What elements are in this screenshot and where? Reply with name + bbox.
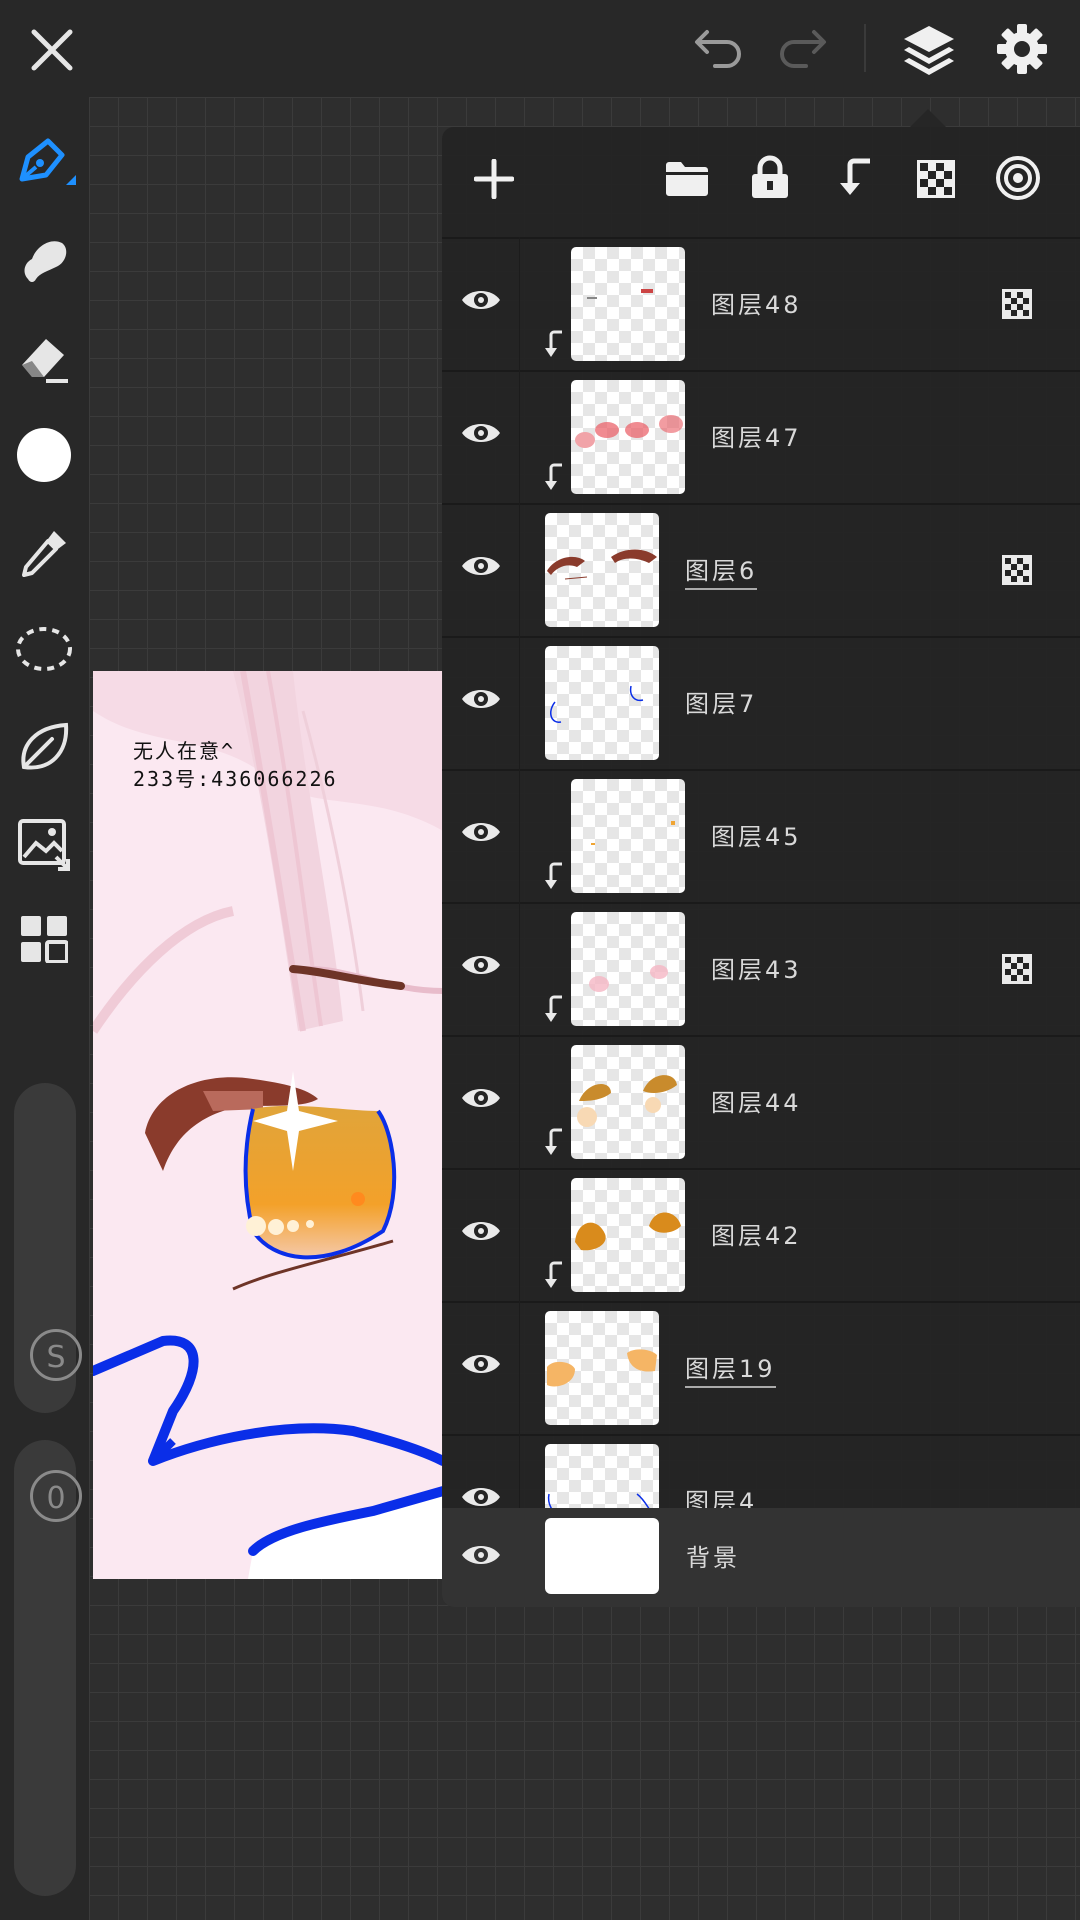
layer-thumbnail xyxy=(571,1045,685,1159)
layer-thumbnail xyxy=(545,646,659,760)
background-layer-row[interactable]: 背景 xyxy=(442,1508,1080,1607)
panel-pointer xyxy=(910,109,946,127)
layer-row[interactable]: 图层42 xyxy=(442,1168,1080,1303)
image-import-icon[interactable] xyxy=(16,817,72,871)
visibility-eye-icon[interactable] xyxy=(460,950,502,984)
layer-row[interactable]: 图层44 xyxy=(442,1035,1080,1170)
layer-name: 图层48 xyxy=(711,291,802,319)
layer-thumbnail xyxy=(571,1178,685,1292)
visibility-eye-icon[interactable] xyxy=(460,1083,502,1117)
brush-size-slider[interactable]: S xyxy=(14,1083,82,1413)
undo-icon[interactable] xyxy=(693,24,745,70)
top-bar xyxy=(0,0,1080,97)
layers-list[interactable]: 图层48 图层47 图层6 图层7 图层45 图层43 图层44 图层42 图层19 图层4 xyxy=(442,229,1080,1607)
row-divider xyxy=(519,237,520,370)
visibility-eye-icon[interactable] xyxy=(460,1349,502,1383)
layers-panel: 图层48 图层47 图层6 图层7 图层45 图层43 图层44 图层42 图层19 图层4 背景 xyxy=(442,127,1080,1607)
opacity-slider-label: 0 xyxy=(30,1470,82,1522)
row-divider xyxy=(519,1035,520,1168)
layer-name: 图层19 xyxy=(685,1349,776,1388)
row-divider xyxy=(519,636,520,769)
visibility-eye-icon[interactable] xyxy=(460,285,502,319)
row-divider xyxy=(519,769,520,902)
layers-icon[interactable] xyxy=(902,22,956,76)
clipping-mask-icon xyxy=(542,462,564,496)
smudge-tool-icon[interactable] xyxy=(18,233,70,287)
clipping-mask-icon xyxy=(542,861,564,895)
layer-row[interactable]: 图层7 xyxy=(442,636,1080,771)
close-icon[interactable] xyxy=(30,28,74,72)
target-icon[interactable] xyxy=(995,155,1041,201)
visibility-eye-icon[interactable] xyxy=(460,418,502,452)
brush-opacity-slider[interactable]: 0 xyxy=(14,1440,82,1896)
pen-tool-icon[interactable] xyxy=(14,135,76,195)
layer-row[interactable]: 图层47 xyxy=(442,370,1080,505)
folder-icon[interactable] xyxy=(664,159,710,197)
redo-icon[interactable] xyxy=(776,24,828,70)
alpha-lock-indicator-icon[interactable] xyxy=(1002,954,1032,988)
layer-row[interactable]: 图层6 xyxy=(442,503,1080,638)
layer-name: 图层44 xyxy=(711,1089,802,1117)
clipping-mask-icon xyxy=(542,1127,564,1161)
layer-thumbnail xyxy=(545,1311,659,1425)
grid-menu-icon[interactable] xyxy=(20,915,68,963)
layer-row[interactable]: 图层48 xyxy=(442,237,1080,372)
row-divider xyxy=(519,370,520,503)
eyedropper-icon[interactable] xyxy=(18,527,70,581)
visibility-eye-icon[interactable] xyxy=(460,1216,502,1250)
row-divider xyxy=(519,1301,520,1434)
clipping-mask-icon xyxy=(542,1260,564,1294)
alpha-lock-indicator-icon[interactable] xyxy=(1002,289,1032,323)
layer-row[interactable]: 图层19 xyxy=(442,1301,1080,1436)
layer-name: 图层7 xyxy=(685,690,758,718)
artwork-illustration xyxy=(93,671,443,1579)
layer-thumbnail xyxy=(571,380,685,494)
alpha-lock-indicator-icon[interactable] xyxy=(1002,555,1032,589)
layer-row[interactable]: 图层43 xyxy=(442,902,1080,1037)
size-slider-label: S xyxy=(30,1329,82,1381)
topbar-divider xyxy=(864,24,866,72)
add-layer-icon[interactable] xyxy=(474,159,514,199)
layer-thumbnail xyxy=(571,912,685,1026)
artwork-text-line2: 233号:436066226 xyxy=(133,767,338,791)
layer-name: 图层47 xyxy=(711,424,802,452)
visibility-eye-icon[interactable] xyxy=(460,684,502,718)
clip-mask-icon[interactable] xyxy=(836,157,872,199)
layers-panel-toolbar xyxy=(442,127,1080,229)
layer-thumbnail xyxy=(571,779,685,893)
eraser-tool-icon[interactable] xyxy=(16,331,72,383)
layer-row[interactable]: 图层45 xyxy=(442,769,1080,904)
layer-name: 图层42 xyxy=(711,1222,802,1250)
visibility-eye-icon[interactable] xyxy=(460,1540,502,1570)
row-divider xyxy=(519,503,520,636)
alpha-lock-icon[interactable] xyxy=(916,159,956,199)
clipping-mask-icon xyxy=(542,329,564,363)
artwork-canvas[interactable]: 无人在意^ 233号:436066226 xyxy=(93,671,443,1579)
row-divider xyxy=(519,902,520,1035)
clipping-mask-icon xyxy=(542,994,564,1028)
background-layer-thumbnail xyxy=(545,1518,659,1594)
layer-thumbnail xyxy=(571,247,685,361)
layer-name: 图层45 xyxy=(711,823,802,851)
gear-icon[interactable] xyxy=(996,23,1048,75)
row-divider xyxy=(519,1168,520,1301)
lock-icon[interactable] xyxy=(750,155,790,199)
layer-name: 图层43 xyxy=(711,956,802,984)
visibility-eye-icon[interactable] xyxy=(460,551,502,585)
artwork-text-line1: 无人在意^ xyxy=(133,739,236,763)
color-swatch[interactable] xyxy=(17,428,71,482)
lasso-icon[interactable] xyxy=(14,623,74,675)
layer-name: 图层6 xyxy=(685,551,758,590)
leaf-icon[interactable] xyxy=(16,719,72,775)
background-layer-name: 背景 xyxy=(686,1544,740,1572)
visibility-eye-icon[interactable] xyxy=(460,817,502,851)
tool-sidebar: S 0 xyxy=(0,97,89,1920)
layer-thumbnail xyxy=(545,513,659,627)
